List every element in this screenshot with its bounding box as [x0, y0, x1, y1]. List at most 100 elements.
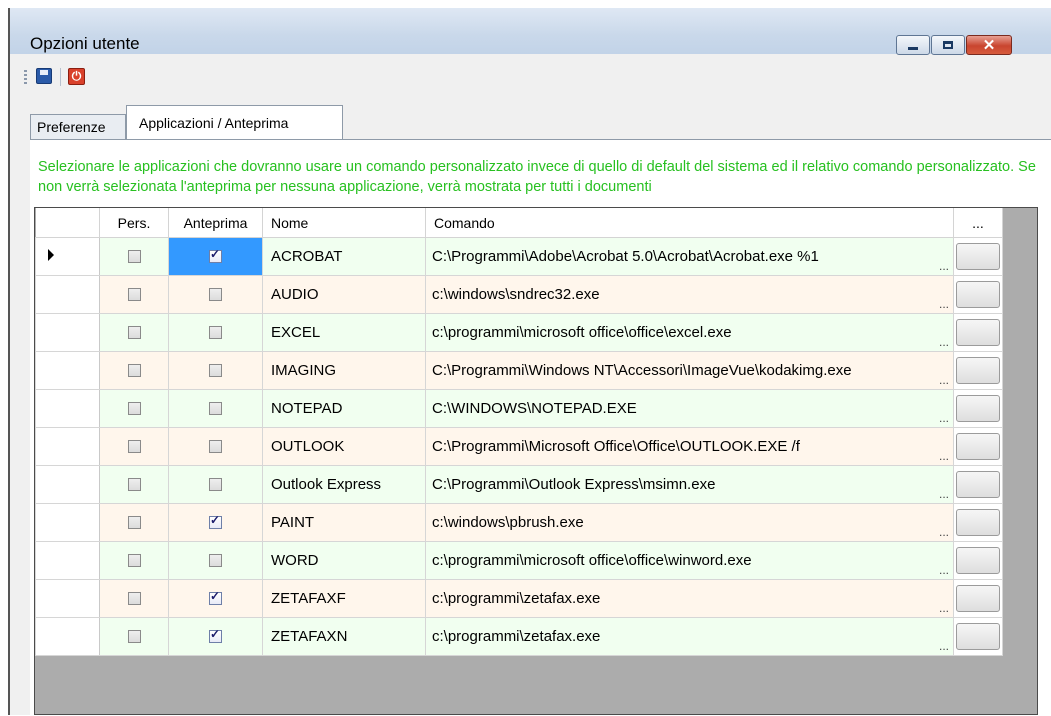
anteprima-checkbox[interactable] — [209, 288, 222, 301]
pers-cell[interactable] — [99, 275, 169, 314]
browse-button[interactable] — [956, 547, 1000, 574]
applications-grid[interactable]: Pers. Anteprima Nome Comando ... ACROBAT… — [34, 207, 1038, 715]
nome-cell[interactable]: PAINT — [262, 503, 426, 542]
pers-checkbox[interactable] — [127, 592, 141, 605]
column-header-button[interactable]: ... — [953, 208, 1003, 238]
table-row[interactable]: AUDIO c:\windows\sndrec32.exe... — [35, 275, 1003, 314]
nome-cell[interactable]: NOTEPAD — [262, 389, 426, 428]
column-header-anteprima[interactable]: Anteprima — [168, 208, 263, 238]
anteprima-checkbox[interactable] — [209, 247, 222, 263]
browse-button[interactable] — [956, 243, 1000, 270]
anteprima-cell[interactable] — [168, 237, 263, 276]
nome-cell[interactable]: Outlook Express — [262, 465, 426, 504]
nome-cell[interactable]: OUTLOOK — [262, 427, 426, 466]
anteprima-checkbox[interactable] — [209, 513, 222, 529]
column-header-nome[interactable]: Nome — [262, 208, 426, 238]
browse-cell[interactable] — [953, 389, 1003, 428]
table-row[interactable]: ZETAFAXFc:\programmi\zetafax.exe... — [35, 579, 1003, 618]
browse-cell[interactable] — [953, 275, 1003, 314]
comando-cell[interactable]: c:\programmi\zetafax.exe... — [425, 579, 954, 618]
browse-button[interactable] — [956, 395, 1000, 422]
anteprima-checkbox[interactable] — [209, 589, 222, 605]
pers-checkbox[interactable] — [127, 288, 141, 301]
pers-cell[interactable] — [99, 427, 169, 466]
browse-cell[interactable] — [953, 579, 1003, 618]
maximize-button[interactable] — [931, 35, 965, 55]
comando-cell[interactable]: c:\programmi\microsoft office\office\win… — [425, 541, 954, 580]
table-row[interactable]: IMAGING C:\Programmi\Windows NT\Accessori… — [35, 351, 1003, 390]
pers-cell[interactable] — [99, 617, 169, 656]
row-header[interactable] — [35, 351, 100, 390]
anteprima-cell[interactable] — [168, 313, 263, 352]
pers-checkbox[interactable] — [127, 364, 141, 377]
row-header[interactable] — [35, 541, 100, 580]
browse-cell[interactable] — [953, 351, 1003, 390]
pers-cell[interactable] — [99, 237, 169, 276]
anteprima-cell[interactable] — [168, 541, 263, 580]
pers-checkbox[interactable] — [127, 478, 141, 491]
row-header[interactable] — [35, 617, 100, 656]
comando-cell[interactable]: c:\programmi\microsoft office\office\exc… — [425, 313, 954, 352]
pers-cell[interactable] — [99, 389, 169, 428]
browse-cell[interactable] — [953, 541, 1003, 580]
pers-cell[interactable] — [99, 541, 169, 580]
browse-button[interactable] — [956, 471, 1000, 498]
browse-button[interactable] — [956, 585, 1000, 612]
browse-button[interactable] — [956, 509, 1000, 536]
title-bar[interactable]: Opzioni utente ✕ — [10, 8, 1051, 55]
anteprima-checkbox[interactable] — [209, 627, 222, 643]
browse-cell[interactable] — [953, 237, 1003, 276]
pers-checkbox[interactable] — [127, 554, 141, 567]
anteprima-cell[interactable] — [168, 275, 263, 314]
anteprima-checkbox[interactable] — [209, 478, 222, 491]
table-row[interactable]: OUTLOOK C:\Programmi\Microsoft Office\Off… — [35, 427, 1003, 466]
pers-checkbox[interactable] — [127, 440, 141, 453]
browse-cell[interactable] — [953, 427, 1003, 466]
anteprima-cell[interactable] — [168, 465, 263, 504]
comando-cell[interactable]: c:\programmi\zetafax.exe... — [425, 617, 954, 656]
browse-button[interactable] — [956, 357, 1000, 384]
row-header[interactable] — [35, 579, 100, 618]
table-row[interactable]: ACROBAT C:\Programmi\Adobe\Acrobat 5.0\Ac… — [35, 237, 1003, 276]
pers-checkbox[interactable] — [127, 630, 141, 643]
pers-cell[interactable] — [99, 465, 169, 504]
browse-button[interactable] — [956, 281, 1000, 308]
pers-checkbox[interactable] — [127, 402, 141, 415]
table-row[interactable]: ZETAFAXNc:\programmi\zetafax.exe... — [35, 617, 1003, 656]
pers-cell[interactable] — [99, 579, 169, 618]
nome-cell[interactable]: WORD — [262, 541, 426, 580]
browse-button[interactable] — [956, 623, 1000, 650]
tab-preferenze[interactable]: Preferenze — [30, 114, 126, 140]
comando-cell[interactable]: C:\Programmi\Adobe\Acrobat 5.0\Acrobat\A… — [425, 237, 954, 276]
nome-cell[interactable]: ZETAFAXN — [262, 617, 426, 656]
nome-cell[interactable]: AUDIO — [262, 275, 426, 314]
table-row[interactable]: PAINTc:\windows\pbrush.exe... — [35, 503, 1003, 542]
toolbar-grip-icon[interactable] — [24, 70, 27, 86]
pers-checkbox[interactable] — [127, 326, 141, 339]
row-header[interactable] — [35, 275, 100, 314]
browse-button[interactable] — [956, 433, 1000, 460]
browse-cell[interactable] — [953, 313, 1003, 352]
pers-checkbox[interactable] — [127, 250, 141, 263]
comando-cell[interactable]: C:\Programmi\Outlook Express\msimn.exe..… — [425, 465, 954, 504]
row-header[interactable] — [35, 503, 100, 542]
tab-applicazioni-anteprima[interactable]: Applicazioni / Anteprima — [126, 105, 343, 140]
anteprima-cell[interactable] — [168, 351, 263, 390]
browse-cell[interactable] — [953, 503, 1003, 542]
pers-cell[interactable] — [99, 313, 169, 352]
close-button[interactable]: ✕ — [966, 35, 1012, 55]
minimize-button[interactable] — [896, 35, 930, 55]
row-header[interactable] — [35, 237, 100, 276]
comando-cell[interactable]: c:\windows\sndrec32.exe... — [425, 275, 954, 314]
comando-cell[interactable]: C:\Programmi\Windows NT\Accessori\ImageV… — [425, 351, 954, 390]
browse-button[interactable] — [956, 319, 1000, 346]
anteprima-cell[interactable] — [168, 427, 263, 466]
power-icon[interactable]: ⏻ — [68, 68, 85, 85]
anteprima-checkbox[interactable] — [209, 440, 222, 453]
pers-cell[interactable] — [99, 503, 169, 542]
table-row[interactable]: WORD c:\programmi\microsoft office\office… — [35, 541, 1003, 580]
pers-checkbox[interactable] — [127, 516, 141, 529]
table-row[interactable]: NOTEPAD C:\WINDOWS\NOTEPAD.EXE... — [35, 389, 1003, 428]
nome-cell[interactable]: ZETAFAXF — [262, 579, 426, 618]
comando-cell[interactable]: C:\Programmi\Microsoft Office\Office\OUT… — [425, 427, 954, 466]
